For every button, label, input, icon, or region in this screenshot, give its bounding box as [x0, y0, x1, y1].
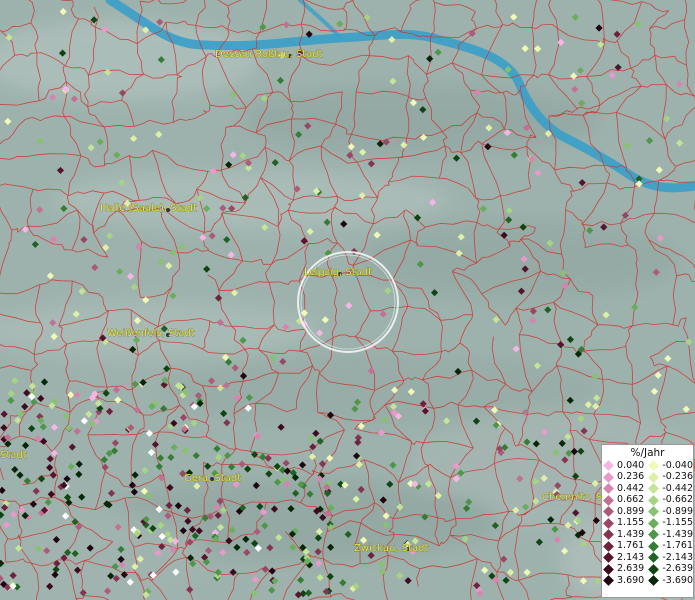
- legend-value: -2.143: [662, 551, 693, 563]
- legend-entry-positive: 3.690: [602, 574, 647, 587]
- legend-value: 1.439: [617, 528, 645, 540]
- legend-swatch: [648, 540, 660, 552]
- legend-swatch: [648, 517, 660, 529]
- legend-entry-negative: -0.899: [647, 505, 693, 518]
- legend-swatch: [603, 506, 614, 518]
- legend-entry-positive: 0.662: [602, 494, 647, 506]
- legend-value: 0.040: [617, 459, 645, 471]
- legend-row: 1.439 -1.439: [602, 529, 693, 541]
- legend-entry-positive: 1.439: [602, 528, 647, 541]
- legend-swatch: [648, 575, 660, 587]
- legend-value: -1.439: [662, 528, 693, 540]
- city-label-weissenfels: Weißenfels, Stadt: [107, 328, 195, 339]
- city-label-gera: Gera, Stadt: [184, 473, 241, 484]
- legend-entry-positive: 1.155: [602, 517, 647, 529]
- legend-value: -0.899: [662, 505, 693, 517]
- legend-value: -1.155: [662, 517, 693, 529]
- legend-swatch: [603, 483, 614, 495]
- legend-entry-negative: -1.155: [647, 517, 693, 529]
- legend-value: 1.155: [617, 517, 645, 529]
- legend-entry-positive: 0.236: [602, 471, 647, 483]
- legend-entry-negative: -1.761: [647, 540, 693, 552]
- city-label-leipzig: Leipzig, Stadt: [304, 267, 372, 278]
- legend-value: -0.236: [662, 471, 693, 483]
- legend-row: 0.442 -0.442: [602, 483, 693, 495]
- legend-value: 2.143: [617, 551, 645, 563]
- city-label-chemnitz: Chemnitz, S: [542, 492, 602, 503]
- legend-swatch: [603, 552, 614, 564]
- legend-swatch: [648, 483, 660, 495]
- legend-value: -0.442: [662, 482, 693, 494]
- legend-value: -3.690: [662, 574, 693, 586]
- city-label-stadt-left: Stadt: [0, 450, 27, 461]
- legend-value: 1.761: [617, 540, 645, 552]
- legend-entry-positive: 0.899: [602, 505, 647, 518]
- city-label-zwickau: Zwickau, Stadt: [354, 543, 428, 554]
- legend-row: 3.690 -3.690: [602, 575, 693, 587]
- legend-swatch: [648, 506, 660, 518]
- legend-swatch: [603, 517, 614, 529]
- legend-entry-positive: 2.639: [602, 563, 647, 575]
- legend-value: 3.690: [617, 574, 645, 586]
- legend-swatch: [603, 460, 614, 472]
- legend-value: 0.236: [617, 471, 645, 483]
- legend-entry-positive: 2.143: [602, 551, 647, 564]
- legend-swatch: [603, 563, 614, 575]
- city-label-halle: Halle (Saale), Stadt: [100, 203, 197, 214]
- legend-value: -0.040: [662, 459, 693, 471]
- map-canvas[interactable]: Dessau-Roßlau, Stadt Halle (Saale), Stad…: [0, 0, 695, 600]
- legend-swatch: [603, 575, 614, 587]
- legend-entry-negative: -0.662: [647, 494, 693, 506]
- legend-entry-positive: 0.040: [602, 459, 647, 472]
- legend-entry-negative: -0.236: [647, 471, 693, 483]
- legend-value: 0.662: [617, 494, 645, 506]
- legend-entry-positive: 0.442: [602, 482, 647, 495]
- legend-row: 0.040 -0.040: [602, 460, 693, 472]
- legend-row: 1.761 -1.761: [602, 541, 693, 553]
- legend-rows: 0.040 -0.040 0.236 -0.236 0.442 -0.442 0.662 -0…: [602, 460, 693, 587]
- legend-entry-negative: -3.690: [647, 574, 693, 587]
- legend-value: 0.442: [617, 482, 645, 494]
- legend-entry-negative: -0.040: [647, 459, 693, 472]
- legend-swatch: [603, 540, 614, 552]
- legend-entry-positive: 1.761: [602, 540, 647, 552]
- legend-row: 0.899 -0.899: [602, 506, 693, 518]
- legend-row: 1.155 -1.155: [602, 518, 693, 530]
- legend-value: 2.639: [617, 563, 645, 575]
- legend-entry-negative: -0.442: [647, 482, 693, 495]
- legend-entry-negative: -2.639: [647, 563, 693, 575]
- legend-swatch: [603, 494, 614, 506]
- legend-swatch: [603, 471, 614, 483]
- legend-title: %/Jahr: [630, 447, 665, 459]
- legend-row: 2.639 -2.639: [602, 564, 693, 576]
- legend-row: 0.236 -0.236: [602, 472, 693, 484]
- city-label-dessau: Dessau-Roßlau, Stadt: [215, 49, 323, 60]
- legend-row: 0.662 -0.662: [602, 495, 693, 507]
- legend-swatch: [648, 563, 660, 575]
- legend-swatch: [603, 529, 614, 541]
- legend-row: 2.143 -2.143: [602, 552, 693, 564]
- legend-entry-negative: -2.143: [647, 551, 693, 564]
- legend-swatch: [648, 494, 660, 506]
- legend-swatch: [648, 460, 660, 472]
- legend: %/Jahr 0.040 -0.040 0.236 -0.236 0.442 -0.442…: [601, 444, 694, 598]
- legend-value: -2.639: [662, 563, 693, 575]
- legend-swatch: [648, 529, 660, 541]
- legend-value: 0.899: [617, 505, 645, 517]
- legend-entry-negative: -1.439: [647, 528, 693, 541]
- legend-swatch: [648, 471, 660, 483]
- legend-swatch: [648, 552, 660, 564]
- legend-value: -1.761: [662, 540, 693, 552]
- legend-value: -0.662: [662, 494, 693, 506]
